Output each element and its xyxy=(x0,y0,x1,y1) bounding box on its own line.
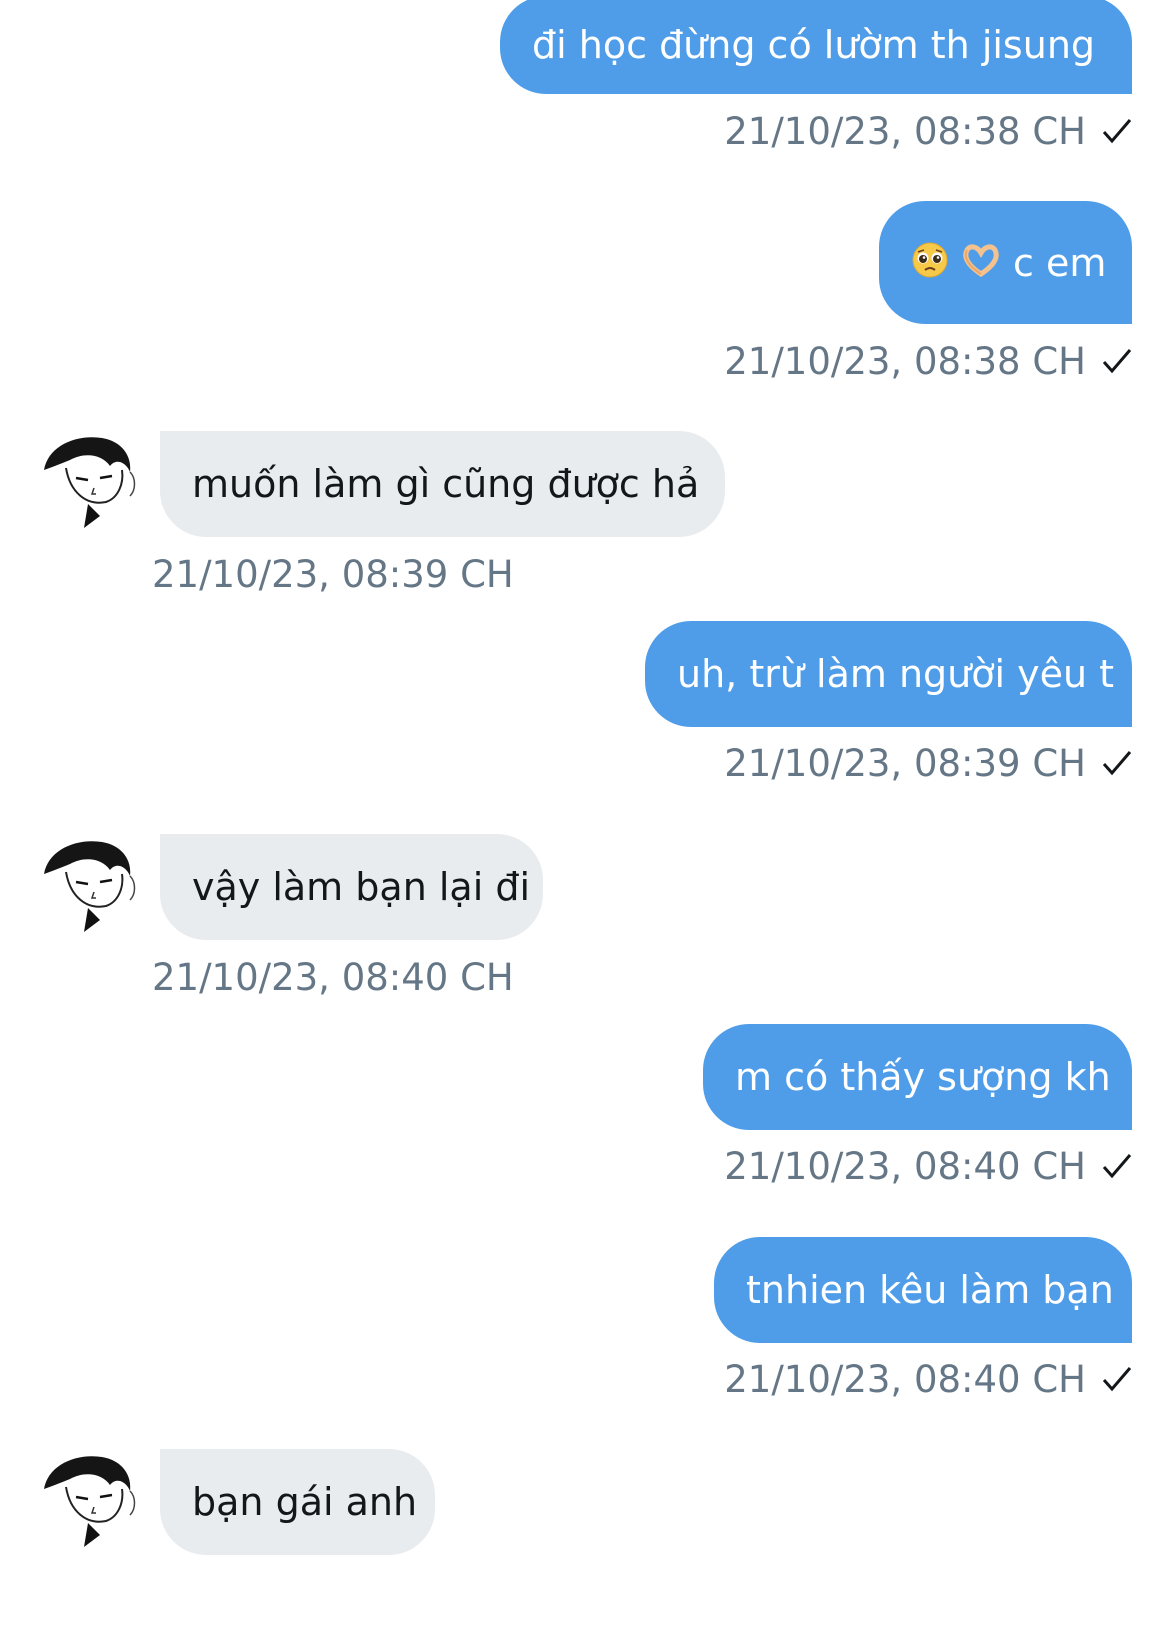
message-text: muốn làm gì cũng được hả xyxy=(192,462,700,506)
message-text: uh, trừ làm người yêu t xyxy=(677,652,1115,696)
message-thread: đi học đừng có lườm th jisung 21/10/23, … xyxy=(0,0,1170,1635)
message-timestamp: 21/10/23, 08:38 CH xyxy=(724,109,1086,153)
outgoing-message-bubble[interactable]: uh, trừ làm người yêu t xyxy=(645,621,1132,727)
message-timestamp: 21/10/23, 08:40 CH xyxy=(152,955,514,999)
message-timestamp: 21/10/23, 08:39 CH xyxy=(152,552,514,596)
message-text: bạn gái anh xyxy=(192,1480,418,1524)
check-icon xyxy=(1102,1366,1132,1392)
avatar[interactable] xyxy=(36,836,142,942)
avatar[interactable] xyxy=(36,432,142,538)
pleading-face-emoji-icon xyxy=(911,241,949,285)
check-icon xyxy=(1102,1153,1132,1179)
message-timestamp: 21/10/23, 08:40 CH xyxy=(724,1357,1086,1401)
message-text: tnhien kêu làm bạn xyxy=(746,1268,1114,1312)
message-text: c em xyxy=(1013,240,1107,285)
outgoing-message-bubble[interactable]: tnhien kêu làm bạn xyxy=(714,1237,1132,1343)
message-text: vậy làm bạn lại đi xyxy=(192,865,531,909)
message-meta: 21/10/23, 08:38 CH xyxy=(724,108,1132,154)
message-timestamp: 21/10/23, 08:39 CH xyxy=(724,741,1086,785)
incoming-message-bubble[interactable]: bạn gái anh xyxy=(160,1449,435,1555)
message-meta: 21/10/23, 08:39 CH xyxy=(152,551,514,597)
message-meta: 21/10/23, 08:40 CH xyxy=(724,1143,1132,1189)
message-timestamp: 21/10/23, 08:40 CH xyxy=(724,1144,1086,1188)
message-meta: 21/10/23, 08:40 CH xyxy=(152,954,514,1000)
check-icon xyxy=(1102,118,1132,144)
outgoing-message-bubble[interactable]: đi học đừng có lườm th jisung xyxy=(500,0,1132,94)
outgoing-message-bubble[interactable]: c em xyxy=(879,201,1132,324)
incoming-message-bubble[interactable]: muốn làm gì cũng được hả xyxy=(160,431,725,537)
message-meta: 21/10/23, 08:40 CH xyxy=(724,1356,1132,1402)
message-text: m có thấy sượng kh xyxy=(735,1055,1111,1099)
outgoing-message-bubble[interactable]: m có thấy sượng kh xyxy=(703,1024,1132,1130)
check-icon xyxy=(1102,750,1132,776)
heart-hands-emoji-icon xyxy=(961,242,1001,284)
avatar[interactable] xyxy=(36,1451,142,1557)
incoming-message-bubble[interactable]: vậy làm bạn lại đi xyxy=(160,834,543,940)
message-meta: 21/10/23, 08:38 CH xyxy=(724,338,1132,384)
message-text: đi học đừng có lườm th jisung xyxy=(532,23,1096,67)
check-icon xyxy=(1102,348,1132,374)
message-timestamp: 21/10/23, 08:38 CH xyxy=(724,339,1086,383)
message-meta: 21/10/23, 08:39 CH xyxy=(724,740,1132,786)
